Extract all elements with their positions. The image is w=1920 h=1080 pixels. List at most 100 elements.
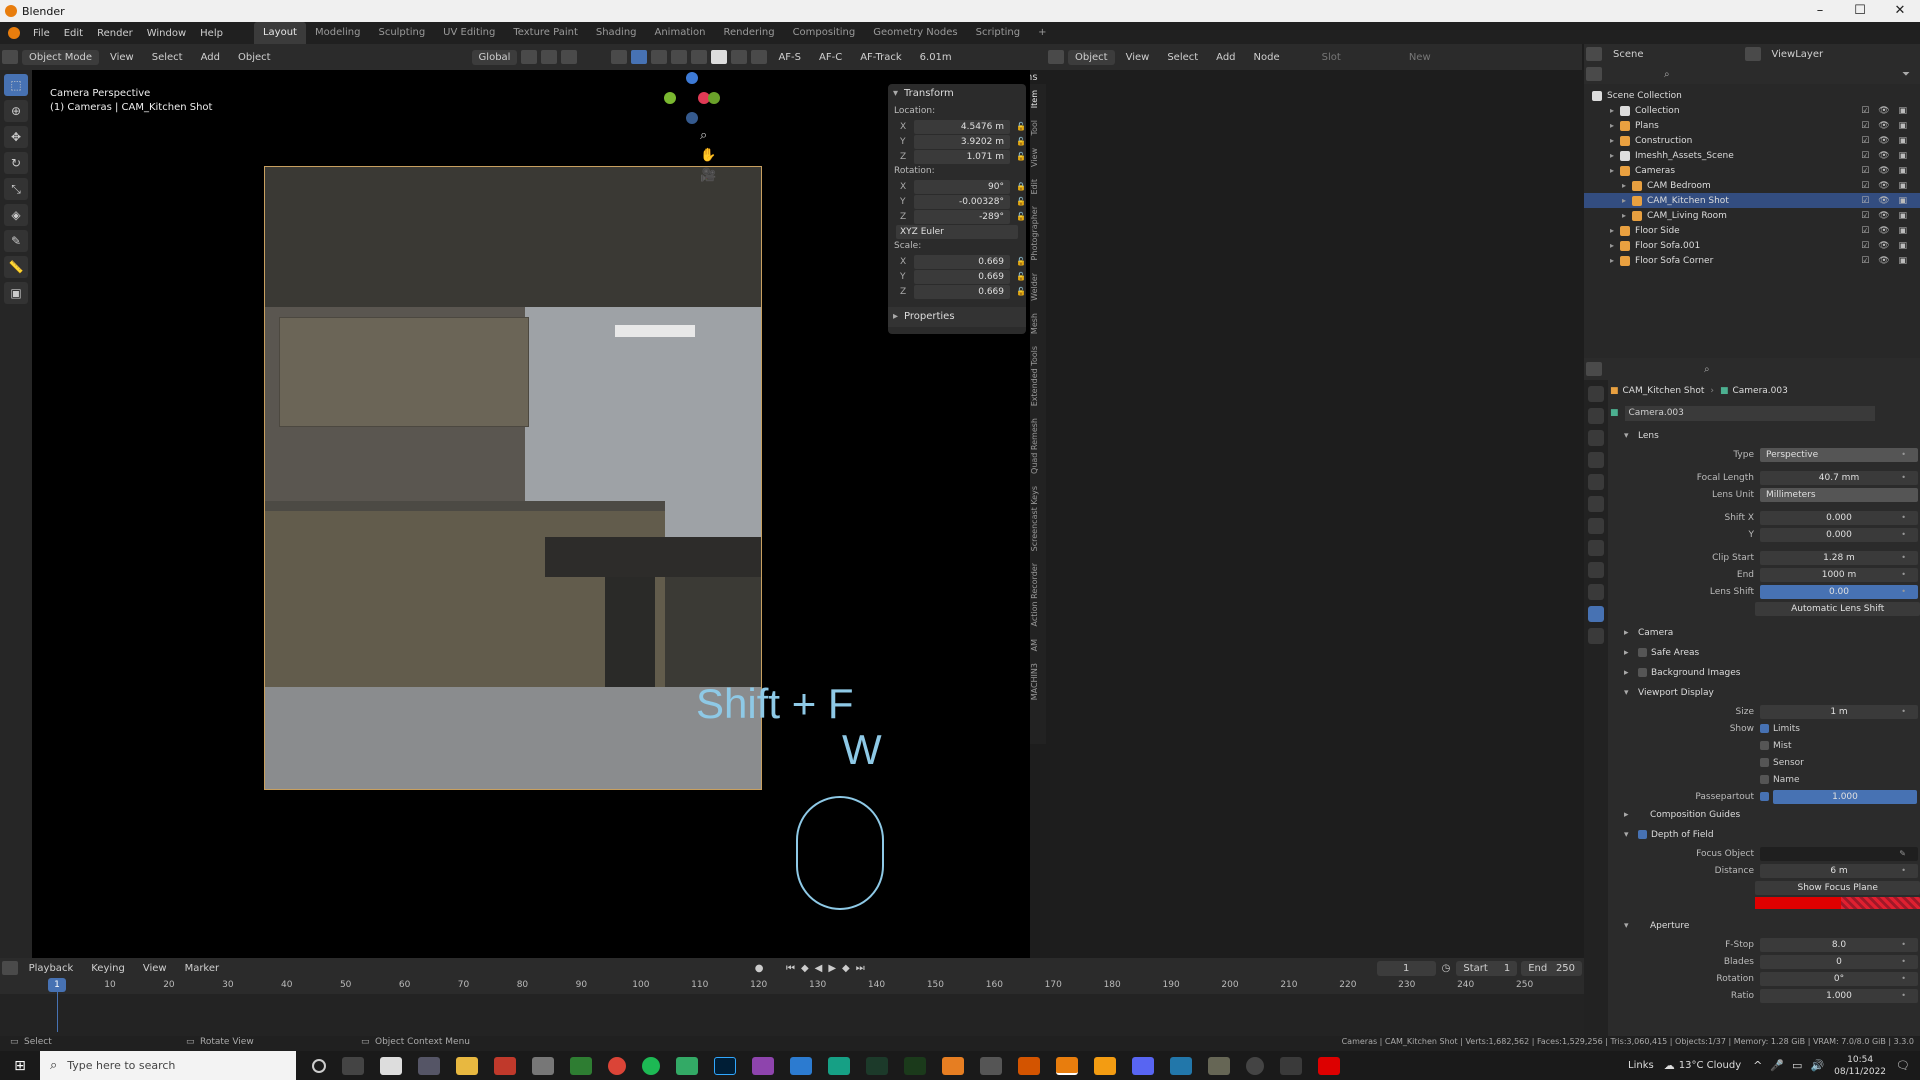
- outliner-row[interactable]: ▸ Imeshh_Assets_Scene ☑ 👁 ▣: [1584, 148, 1920, 163]
- tool-tab-icon[interactable]: [1588, 386, 1604, 402]
- shift-x-field[interactable]: Shift X 0.000 •: [1610, 509, 1920, 526]
- sidebar-tab-action-recorder[interactable]: Action Recorder: [1030, 557, 1039, 632]
- rotation-y-field[interactable]: Y -0.00328° 🔓: [900, 194, 1026, 209]
- properties-search-icon[interactable]: ⌕: [1704, 364, 1710, 375]
- blades-field[interactable]: Blades 0 •: [1610, 953, 1920, 970]
- workspace-tab-uv-editing[interactable]: UV Editing: [434, 22, 504, 44]
- workspace-tab-layout[interactable]: Layout: [253, 22, 306, 44]
- outliner-row[interactable]: ▸ CAM_Kitchen Shot ☑ 👁 ▣: [1584, 193, 1920, 208]
- new-material-button[interactable]: New: [1402, 50, 1438, 65]
- microphone-icon[interactable]: 🎤: [1770, 1059, 1784, 1072]
- expand-chevron-icon[interactable]: ▸: [1610, 151, 1620, 160]
- record-icon[interactable]: ●: [755, 963, 764, 974]
- expand-chevron-icon[interactable]: ▸: [1610, 106, 1620, 115]
- sidebar-tab-machin3[interactable]: MACHIN3: [1030, 657, 1039, 706]
- camera-view-icon[interactable]: 🎥: [700, 168, 716, 183]
- clip-end-field[interactable]: End 1000 m •: [1610, 566, 1920, 583]
- maximize-button[interactable]: ☐: [1840, 0, 1880, 22]
- shading-rendered-icon[interactable]: [751, 50, 768, 64]
- outliner-row[interactable]: ▸ Floor Sofa.001 ☑ 👁 ▣: [1584, 238, 1920, 253]
- outliner-search-icon[interactable]: ⌕: [1664, 69, 1670, 80]
- painter-app-icon[interactable]: [904, 1056, 926, 1075]
- focal-length-field[interactable]: Focal Length 40.7 mm •: [1610, 469, 1920, 486]
- lock-icon[interactable]: 🔓: [1016, 212, 1026, 221]
- view-layer-tab-icon[interactable]: [1588, 452, 1604, 468]
- af-s-button[interactable]: AF-S: [771, 50, 808, 65]
- show-limits-checkbox[interactable]: Show Limits: [1610, 720, 1920, 737]
- visibility-icon[interactable]: [611, 50, 628, 64]
- output-tab-icon[interactable]: [1588, 430, 1604, 446]
- z-axis-gizmo-icon[interactable]: [686, 72, 698, 84]
- location-z-field[interactable]: Z 1.071 m 🔓: [900, 149, 1026, 164]
- fstop-field[interactable]: F-Stop 8.0 •: [1610, 936, 1920, 953]
- lens-type-dropdown[interactable]: Type Perspective •: [1610, 446, 1920, 463]
- outliner-row[interactable]: ▸ CAM Bedroom ☑ 👁 ▣: [1584, 178, 1920, 193]
- af-c-button[interactable]: AF-C: [812, 50, 849, 65]
- outliner-row[interactable]: ▸ Plans ☑ 👁 ▣: [1584, 118, 1920, 133]
- clock-icon[interactable]: ◷: [1442, 963, 1451, 974]
- clock[interactable]: 10:54 08/11/2022: [1834, 1054, 1886, 1078]
- sidebar-tab-quad-remesh[interactable]: Quad Remesh: [1030, 412, 1039, 480]
- play-icon[interactable]: ▶: [828, 963, 836, 974]
- editor-type-icon[interactable]: [1048, 50, 1064, 64]
- viewport-menu-view[interactable]: View: [103, 50, 141, 65]
- render-tab-icon[interactable]: [1588, 408, 1604, 424]
- scene-tab-icon[interactable]: [1588, 474, 1604, 490]
- pivot-icon[interactable]: [521, 50, 538, 64]
- focus-object-field[interactable]: Focus Object ✎: [1610, 845, 1920, 862]
- passepartout-checkbox[interactable]: [1760, 792, 1769, 801]
- outliner-row[interactable]: ▸ Floor Sofa Corner ☑ 👁 ▣: [1584, 253, 1920, 268]
- dof-checkbox[interactable]: [1638, 830, 1647, 839]
- eyedropper-icon[interactable]: ✎: [1899, 849, 1906, 858]
- background-images-panel-header[interactable]: Background Images: [1610, 663, 1920, 683]
- show-name-checkbox[interactable]: Name: [1610, 771, 1920, 788]
- shader-editor[interactable]: Object View Select Add Node Slot New: [1046, 44, 1582, 958]
- app-icon[interactable]: [1170, 1056, 1192, 1075]
- sidebar-tab-item[interactable]: Item: [1030, 84, 1039, 114]
- automatic-lens-shift-button[interactable]: Automatic Lens Shift: [1610, 600, 1920, 617]
- workspace-tab-scripting[interactable]: Scripting: [967, 22, 1029, 44]
- visibility-eye-icon[interactable]: ☑ 👁 ▣: [1861, 121, 1910, 131]
- expand-chevron-icon[interactable]: ▸: [1610, 256, 1620, 265]
- node-menu-node[interactable]: Node: [1247, 50, 1287, 65]
- app-icon[interactable]: [942, 1056, 964, 1075]
- app-icon[interactable]: [752, 1056, 774, 1075]
- xray-icon[interactable]: [671, 50, 688, 64]
- annotate-tool-icon[interactable]: ✎: [4, 230, 28, 252]
- neg-y-axis-gizmo-icon[interactable]: [708, 92, 720, 104]
- expand-chevron-icon[interactable]: ▸: [1610, 121, 1620, 130]
- notion-app-icon[interactable]: [380, 1056, 402, 1075]
- scale-y-field[interactable]: Y 0.669 🔓: [900, 269, 1026, 284]
- show-sensor-checkbox[interactable]: Sensor: [1610, 754, 1920, 771]
- cortana-icon[interactable]: [312, 1058, 326, 1073]
- lens-panel-header[interactable]: Lens: [1610, 426, 1920, 446]
- filter-icon[interactable]: ⏷: [1902, 69, 1910, 80]
- visibility-eye-icon[interactable]: ☑ 👁 ▣: [1861, 211, 1910, 221]
- gizmo-icon[interactable]: [631, 50, 648, 64]
- network-icon[interactable]: ▭: [1792, 1059, 1802, 1072]
- expand-chevron-icon[interactable]: ▸: [1610, 136, 1620, 145]
- app-icon[interactable]: [828, 1056, 850, 1075]
- focus-plane-color-swatch[interactable]: [1610, 896, 1920, 910]
- lock-icon[interactable]: 🔒: [1016, 182, 1026, 191]
- sidebar-tab-edit[interactable]: Edit: [1030, 173, 1039, 201]
- outliner-root[interactable]: Scene Collection: [1584, 88, 1920, 103]
- editor-type-icon[interactable]: [2, 50, 18, 64]
- display-size-field[interactable]: Size 1 m •: [1610, 703, 1920, 720]
- visibility-eye-icon[interactable]: ☑ 👁 ▣: [1861, 106, 1910, 116]
- ratio-field[interactable]: Ratio 1.000 •: [1610, 987, 1920, 1004]
- physics-tab-icon[interactable]: [1588, 562, 1604, 578]
- lock-icon[interactable]: 🔓: [1016, 197, 1026, 206]
- safe-areas-checkbox[interactable]: [1638, 648, 1647, 657]
- sidebar-tab-view[interactable]: View: [1030, 142, 1039, 173]
- slot-dropdown[interactable]: Slot: [1315, 50, 1348, 65]
- shading-solid-icon[interactable]: [711, 50, 728, 64]
- checkbox-unchecked[interactable]: [1760, 775, 1769, 784]
- expand-chevron-icon[interactable]: ▸: [1610, 226, 1620, 235]
- workspace-tab-shading[interactable]: Shading: [587, 22, 646, 44]
- display-mode-icon[interactable]: [1586, 67, 1602, 81]
- photoshop-app-icon[interactable]: [714, 1056, 736, 1075]
- workspace-tab-modeling[interactable]: Modeling: [306, 22, 370, 44]
- workspace-tab-texture-paint[interactable]: Texture Paint: [504, 22, 587, 44]
- cursor-tool-icon[interactable]: ⊕: [4, 100, 28, 122]
